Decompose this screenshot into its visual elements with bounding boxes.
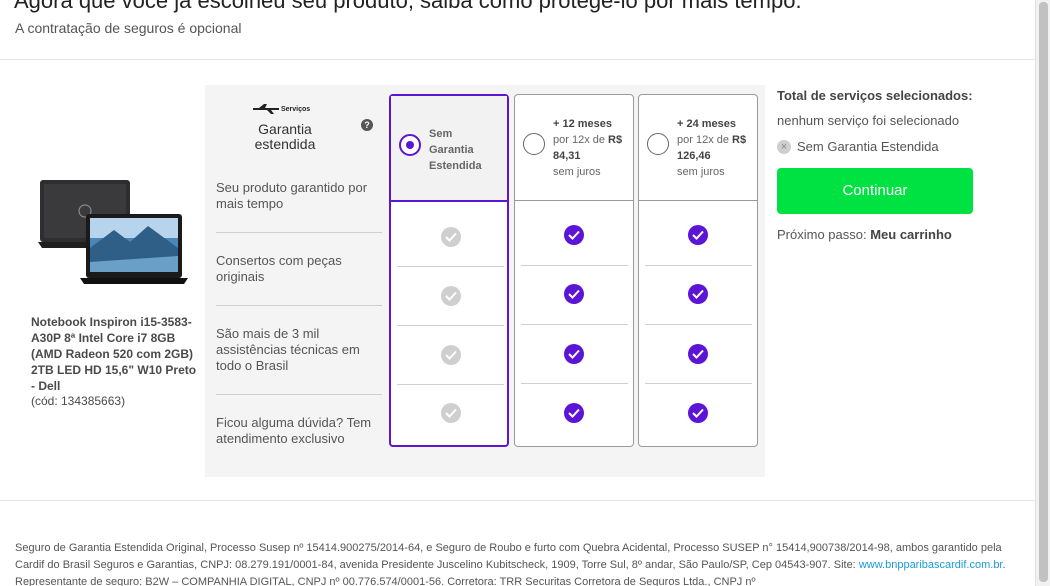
row-divider (397, 325, 504, 326)
option-no-warranty[interactable]: Sem Garantia Estendida (389, 94, 509, 447)
scrollbar-thumb[interactable] (1039, 2, 1048, 582)
row-divider (397, 384, 504, 385)
feature-text: Ficou alguma dúvida? Tem atendimento exc… (216, 415, 372, 446)
page-subtitle: A contratação de seguros é opcional (15, 20, 242, 36)
option-label: Sem Garantia Estendida (429, 128, 482, 172)
radio-button[interactable] (399, 134, 421, 156)
help-icon[interactable]: ? (361, 119, 373, 131)
option-header[interactable]: + 12 meses por 12x de R$ 84,31 sem juros (515, 95, 633, 201)
product-name: Notebook Inspiron i15-3583-A30P 8ª Intel… (31, 315, 197, 393)
next-step: Próximo passo: Meu carrinho (777, 227, 952, 242)
row-divider (521, 324, 628, 325)
summary-item-label: Sem Garantia Estendida (797, 139, 939, 154)
check-icon (688, 344, 708, 364)
row-divider (521, 265, 628, 266)
cardif-icon (253, 104, 279, 114)
product-code: (cód: 134385663) (31, 394, 126, 408)
row-divider (645, 324, 752, 325)
check-icon (564, 403, 584, 423)
option-12-months[interactable]: + 12 meses por 12x de R$ 84,31 sem juros (514, 94, 634, 447)
radio-button[interactable] (647, 133, 669, 155)
summary-title: Total de serviços selecionados: (777, 88, 973, 103)
row-divider (521, 383, 628, 384)
radio-button[interactable] (523, 133, 545, 155)
product-image (36, 176, 188, 288)
check-icon (441, 345, 461, 365)
feature-text: São mais de 3 mil assistências técnicas … (216, 326, 360, 373)
page-title: Agora que você já escolheu seu produto, … (14, 0, 802, 13)
feature-text: Seu produto garantido por mais tempo (216, 180, 368, 211)
feature-divider (216, 305, 382, 306)
row-divider (645, 265, 752, 266)
feature-text: Consertos com peças originais (216, 253, 342, 284)
warranty-title: Garantia estendida (254, 121, 316, 152)
option-label: + 12 meses por 12x de R$ 84,31 sem juros (553, 118, 623, 178)
next-step-link[interactable]: Meu carrinho (870, 227, 952, 242)
check-icon (688, 403, 708, 423)
continue-button[interactable]: Continuar (777, 168, 973, 214)
legal-footer: Seguro de Garantia Estendida Original, P… (15, 542, 1006, 586)
check-icon (564, 344, 584, 364)
remove-icon[interactable]: × (777, 139, 791, 154)
page: Agora que você já escolheu seu produto, … (0, 0, 1035, 586)
option-header[interactable]: + 24 meses por 12x de R$ 126,46 sem juro… (639, 95, 757, 201)
feature-divider (216, 394, 382, 395)
option-label: + 24 meses por 12x de R$ 126,46 sem juro… (677, 118, 747, 178)
check-icon (564, 284, 584, 304)
divider-bottom (0, 500, 1035, 501)
row-divider (397, 266, 504, 267)
check-icon (688, 284, 708, 304)
check-icon (688, 225, 708, 245)
summary-empty-text: nenhum serviço foi selecionado (777, 113, 960, 128)
option-header[interactable]: Sem Garantia Estendida (391, 96, 507, 202)
check-icon (441, 403, 461, 423)
check-icon (441, 227, 461, 247)
check-icon (564, 225, 584, 245)
row-divider (645, 383, 752, 384)
scrollbar[interactable] (1035, 0, 1050, 586)
divider-top (0, 59, 1035, 60)
feature-divider (216, 232, 382, 233)
radio-dot (406, 141, 414, 149)
cardif-link[interactable]: www.bnpparibascardif.com.br (859, 559, 1003, 571)
cardif-logo: Serviços (253, 104, 310, 114)
check-icon (441, 286, 461, 306)
summary-item: × Sem Garantia Estendida (777, 139, 939, 154)
option-24-months[interactable]: + 24 meses por 12x de R$ 126,46 sem juro… (638, 94, 758, 447)
